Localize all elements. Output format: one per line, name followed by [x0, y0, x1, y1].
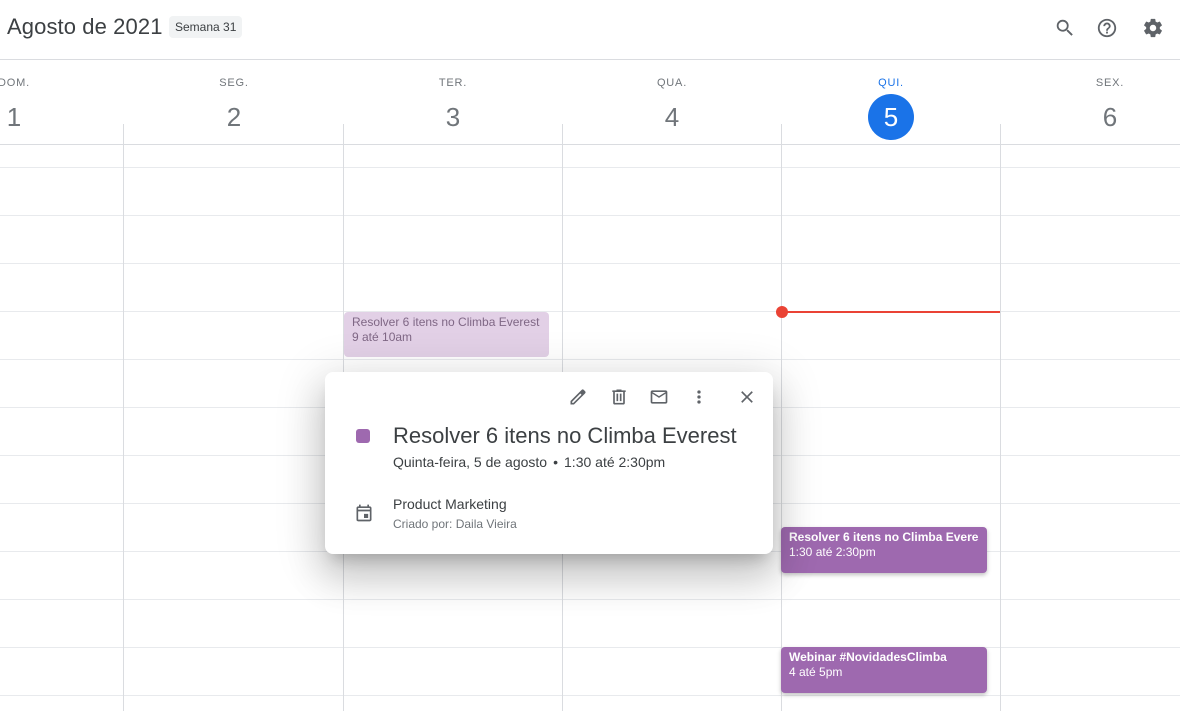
- hour-line: [0, 263, 1180, 264]
- event-color-square: [356, 429, 370, 443]
- current-time-line: [782, 311, 1000, 313]
- event-past-tuesday[interactable]: Resolver 6 itens no Climba Everest 9 até…: [344, 312, 549, 357]
- popup-event-datetime: Quinta-feira, 5 de agosto • 1:30 até 2:30p…: [393, 454, 665, 470]
- day-name: DOM.: [0, 77, 30, 89]
- email-icon[interactable]: [647, 385, 671, 409]
- more-options-icon[interactable]: [687, 385, 711, 409]
- popup-event-time: 1:30 até 2:30pm: [564, 454, 666, 470]
- week-badge: Semana 31: [169, 16, 243, 38]
- close-icon[interactable]: [735, 385, 759, 409]
- current-time-dot: [776, 306, 788, 318]
- event-selected-thursday[interactable]: Resolver 6 itens no Climba Everest 1:30 …: [781, 527, 987, 573]
- popup-calendar-name: Product Marketing: [393, 496, 507, 512]
- grid-top-border: [0, 144, 1180, 145]
- event-webinar-thursday[interactable]: Webinar #NovidadesClimba 4 até 5pm: [781, 647, 987, 693]
- hour-line: [0, 167, 1180, 168]
- event-title: Webinar #NovidadesClimba: [789, 650, 947, 664]
- hour-line: [0, 215, 1180, 216]
- event-title: Resolver 6 itens no Climba Everest: [352, 315, 540, 329]
- day-header-tuesday[interactable]: TER. 3: [343, 60, 563, 144]
- help-icon[interactable]: [1094, 15, 1120, 41]
- top-bar: Agosto de 2021 Semana 31: [0, 0, 1180, 60]
- separator-dot: •: [553, 454, 559, 470]
- day-name: QUA.: [656, 77, 688, 89]
- edit-icon[interactable]: [566, 385, 590, 409]
- day-header-wednesday[interactable]: QUA. 4: [562, 60, 782, 144]
- popup-creator: Criado por: Daila Vieira: [393, 517, 517, 531]
- day-number[interactable]: 3: [343, 94, 563, 140]
- day-name: SEG.: [219, 77, 249, 89]
- event-time: 4 até 5pm: [789, 665, 843, 679]
- calendar-icon: [354, 503, 374, 523]
- month-title: Agosto de 2021: [7, 14, 163, 39]
- day-name: QUI.: [878, 77, 904, 89]
- popup-event-title: Resolver 6 itens no Climba Everest: [393, 423, 737, 448]
- settings-icon[interactable]: [1140, 15, 1166, 41]
- day-name: TER.: [438, 77, 468, 89]
- day-number[interactable]: 2: [124, 94, 344, 140]
- event-time: 1:30 até 2:30pm: [789, 545, 876, 559]
- search-icon[interactable]: [1052, 15, 1078, 41]
- today-circle[interactable]: 5: [868, 94, 914, 140]
- hour-line: [0, 647, 1180, 648]
- event-details-popup: Resolver 6 itens no Climba Everest Quint…: [325, 372, 773, 554]
- hour-line: [0, 599, 1180, 600]
- day-header-monday[interactable]: SEG. 2: [124, 60, 344, 144]
- day-number[interactable]: 4: [562, 94, 782, 140]
- day-number[interactable]: 6: [1000, 94, 1180, 140]
- day-divider: [781, 124, 782, 711]
- popup-event-date: Quinta-feira, 5 de agosto: [393, 454, 548, 470]
- day-divider: [1000, 124, 1001, 711]
- day-number[interactable]: 5: [781, 94, 1001, 140]
- hour-line: [0, 695, 1180, 696]
- day-number[interactable]: 1: [0, 94, 124, 140]
- event-time: 9 até 10am: [352, 330, 413, 344]
- hour-line: [0, 359, 1180, 360]
- day-name: SEX.: [1095, 77, 1125, 89]
- hour-line: [0, 311, 1180, 312]
- day-header-thursday-today[interactable]: QUI. 5: [781, 60, 1001, 144]
- day-divider: [123, 124, 124, 711]
- delete-icon[interactable]: [607, 385, 631, 409]
- day-header-friday[interactable]: SEX. 6: [1000, 60, 1180, 144]
- event-title: Resolver 6 itens no Climba Everest: [789, 530, 979, 544]
- day-header-sunday[interactable]: DOM. 1: [0, 60, 124, 144]
